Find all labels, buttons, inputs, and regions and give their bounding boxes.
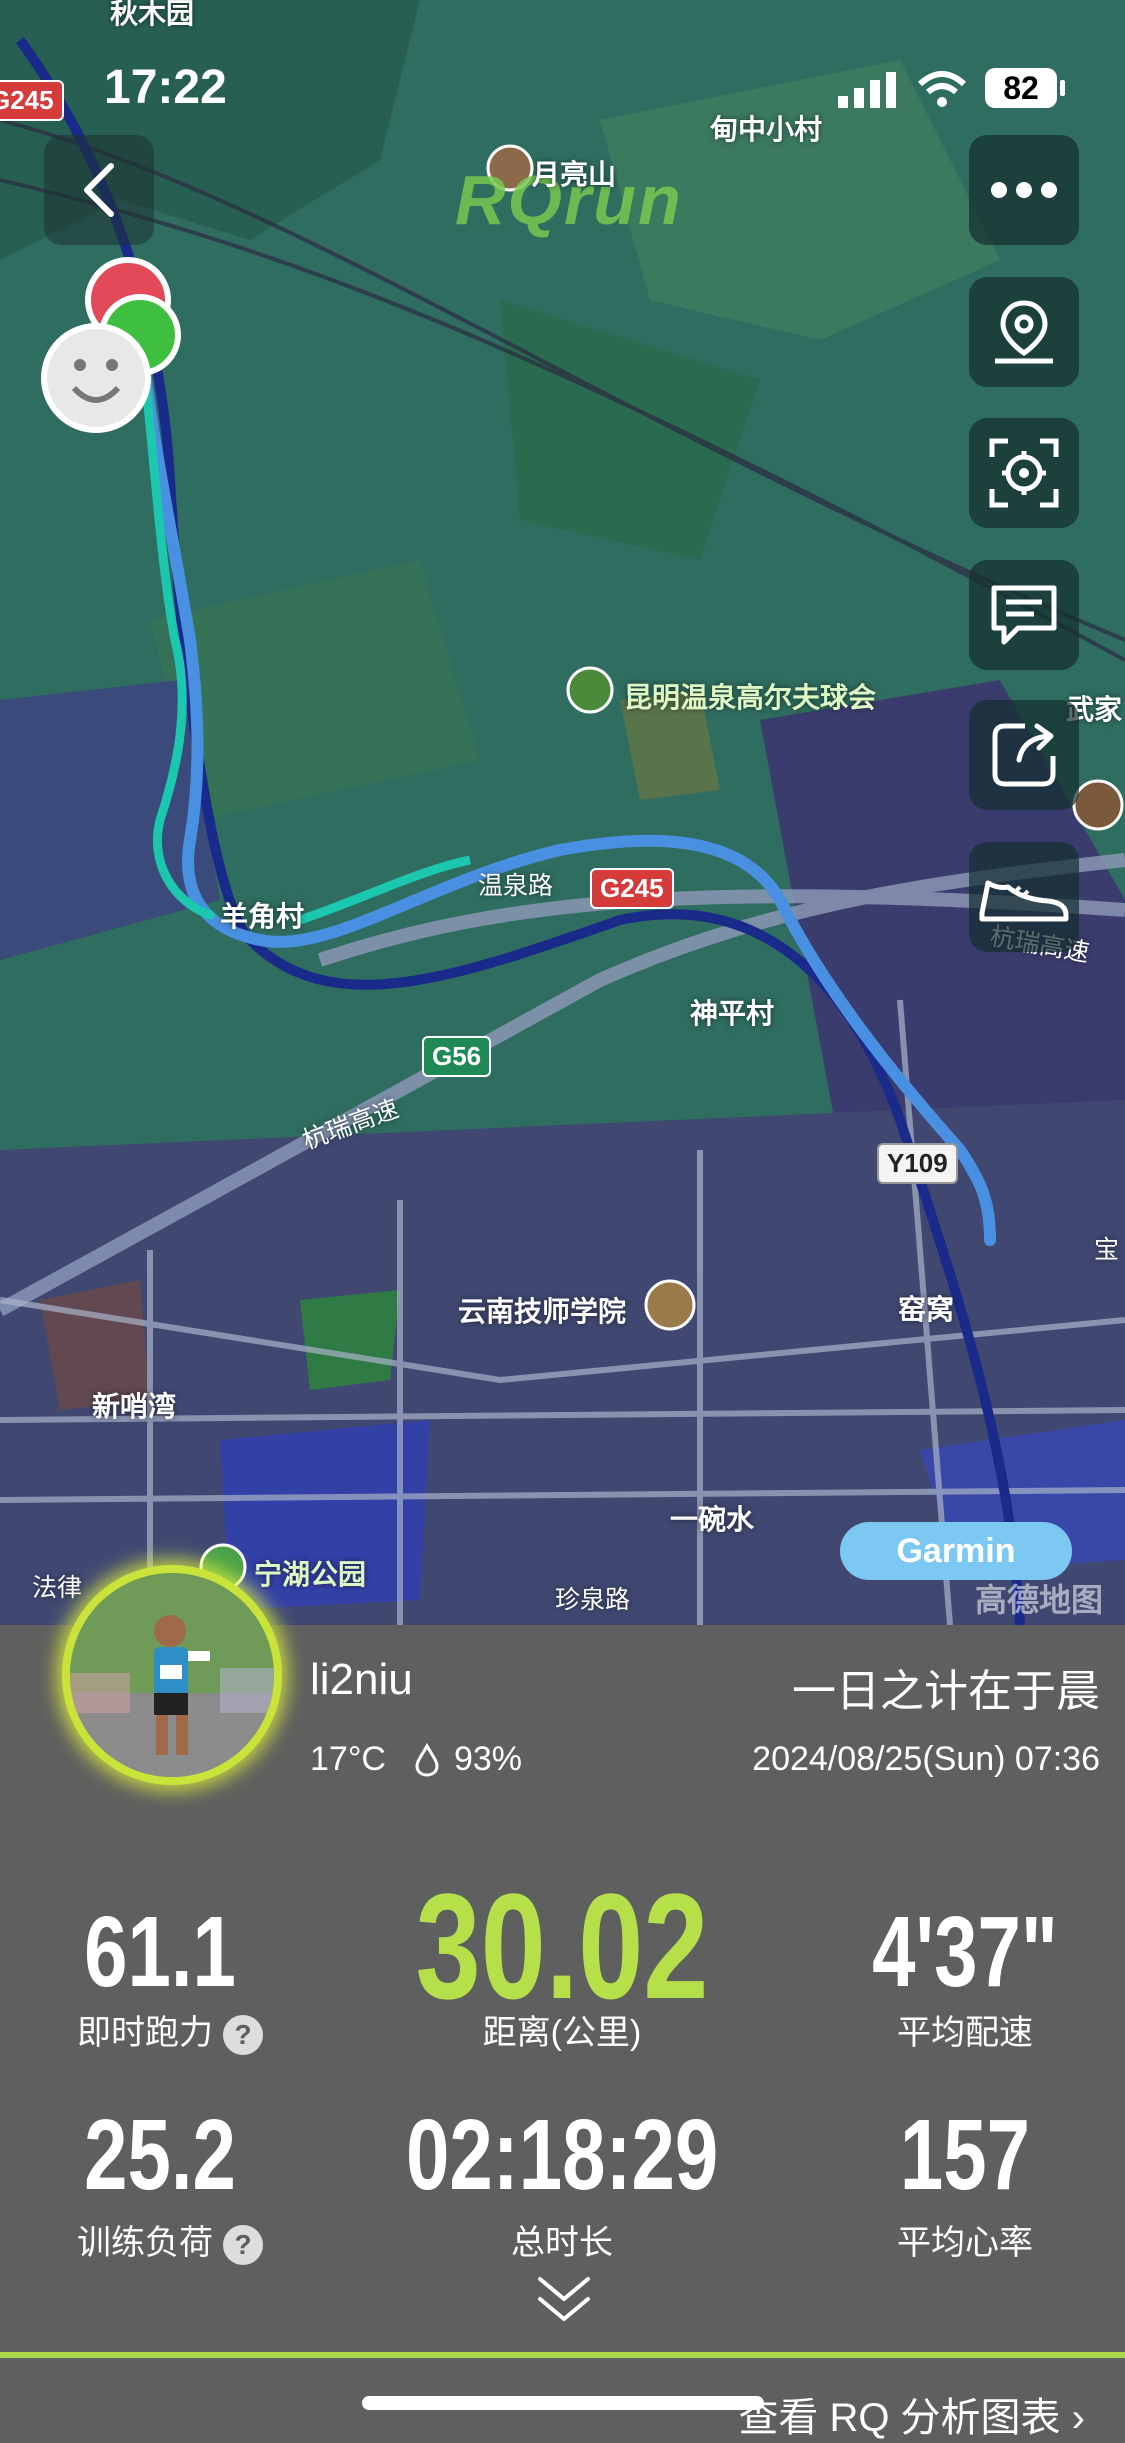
- back-button[interactable]: [44, 135, 154, 245]
- map-label: 宁湖公园: [254, 1559, 367, 1590]
- status-time: 17:22: [104, 61, 227, 114]
- distance-label: 距离(公里): [482, 2014, 642, 2052]
- map-label: 月亮山: [532, 159, 617, 190]
- home-indicator[interactable]: [362, 2396, 764, 2410]
- battery-tip: [1060, 80, 1065, 96]
- runner-photo: [70, 1573, 274, 1777]
- map-label: 云南技师学院: [458, 1296, 627, 1327]
- humidity: 93%: [453, 1740, 523, 1778]
- road-shield: Y109: [877, 1143, 958, 1184]
- focus-button[interactable]: [969, 418, 1079, 528]
- road-shield: G56: [422, 1036, 492, 1077]
- duration-label: 总时长: [511, 2224, 613, 2262]
- shoe-button[interactable]: [969, 842, 1079, 952]
- avg-hr-value: 157: [899, 2099, 1031, 2211]
- comment-icon: [991, 585, 1057, 645]
- focus-icon: [989, 438, 1059, 508]
- training-load-label-text: 训练负荷: [77, 2224, 213, 2262]
- avg-pace-value: 4'37": [872, 1896, 1058, 2008]
- username: li2niu: [310, 1655, 413, 1704]
- road-shield: G245: [590, 868, 674, 909]
- share-button[interactable]: [969, 700, 1079, 810]
- view-analysis-link[interactable]: 查看 RQ 分析图表 ›: [738, 2385, 1085, 2443]
- map-terrain: [0, 0, 1125, 1625]
- more-icon: [991, 182, 1057, 198]
- map-label: 温泉路: [478, 872, 554, 900]
- route-map[interactable]: RQrun 秋木园 甸中小村 月亮山 昆明温泉高尔夫球会 武家 羊角村 温泉路 …: [0, 0, 1125, 1625]
- map-label: 宝: [1094, 1236, 1120, 1264]
- road-shield: G245: [0, 80, 64, 121]
- training-load-label: 训练负荷?: [40, 2215, 300, 2266]
- amap-logo: 高德地图: [975, 1582, 1104, 1618]
- divider-bar: [0, 2352, 1125, 2358]
- map-label: 羊角村: [220, 901, 305, 932]
- chevron-down-icon[interactable]: [536, 2275, 592, 2325]
- running-power-value: 61.1: [84, 1896, 236, 2008]
- map-label: 甸中小村: [710, 114, 823, 145]
- shoe-icon: [979, 880, 1069, 922]
- motto: 一日之计在于晨: [792, 1667, 1100, 1716]
- more-button[interactable]: [969, 135, 1079, 245]
- running-power-label: 即时跑力?: [40, 2005, 300, 2056]
- battery-indicator: 82: [985, 68, 1057, 108]
- locate-button[interactable]: [969, 277, 1079, 387]
- map-label: 窑窝: [898, 1294, 955, 1325]
- running-power-label-text: 即时跑力: [77, 2014, 213, 2052]
- garmin-source-button[interactable]: Garmin: [840, 1522, 1072, 1580]
- map-label: 珍泉路: [555, 1586, 631, 1614]
- map-label: 法律: [32, 1574, 83, 1602]
- duration-value: 02:18:29: [406, 2099, 719, 2211]
- humidity-drop-icon: [415, 1742, 439, 1777]
- share-icon: [992, 723, 1056, 787]
- activity-datetime: 2024/08/25(Sun) 07:36: [752, 1740, 1100, 1778]
- back-icon: [84, 163, 114, 217]
- training-load-value: 25.2: [84, 2099, 236, 2211]
- help-icon[interactable]: ?: [223, 2225, 263, 2266]
- weather-info: 17°C 93%: [310, 1740, 522, 1779]
- temperature: 17°C: [310, 1740, 386, 1778]
- map-label: 一碗水: [670, 1504, 755, 1535]
- help-icon[interactable]: ?: [223, 2015, 263, 2056]
- avg-pace-label: 平均配速: [897, 2014, 1033, 2052]
- avg-hr-label: 平均心率: [897, 2224, 1033, 2262]
- map-label: 昆明温泉高尔夫球会: [624, 682, 877, 713]
- map-label: 神平村: [690, 998, 775, 1029]
- avatar[interactable]: [62, 1565, 282, 1785]
- map-label: 秋木园: [110, 0, 195, 29]
- location-pin-icon: [995, 300, 1053, 364]
- signal-icon: [838, 72, 896, 108]
- comment-button[interactable]: [969, 560, 1079, 670]
- map-label: 新哨湾: [92, 1391, 177, 1422]
- wifi-icon: [918, 71, 966, 107]
